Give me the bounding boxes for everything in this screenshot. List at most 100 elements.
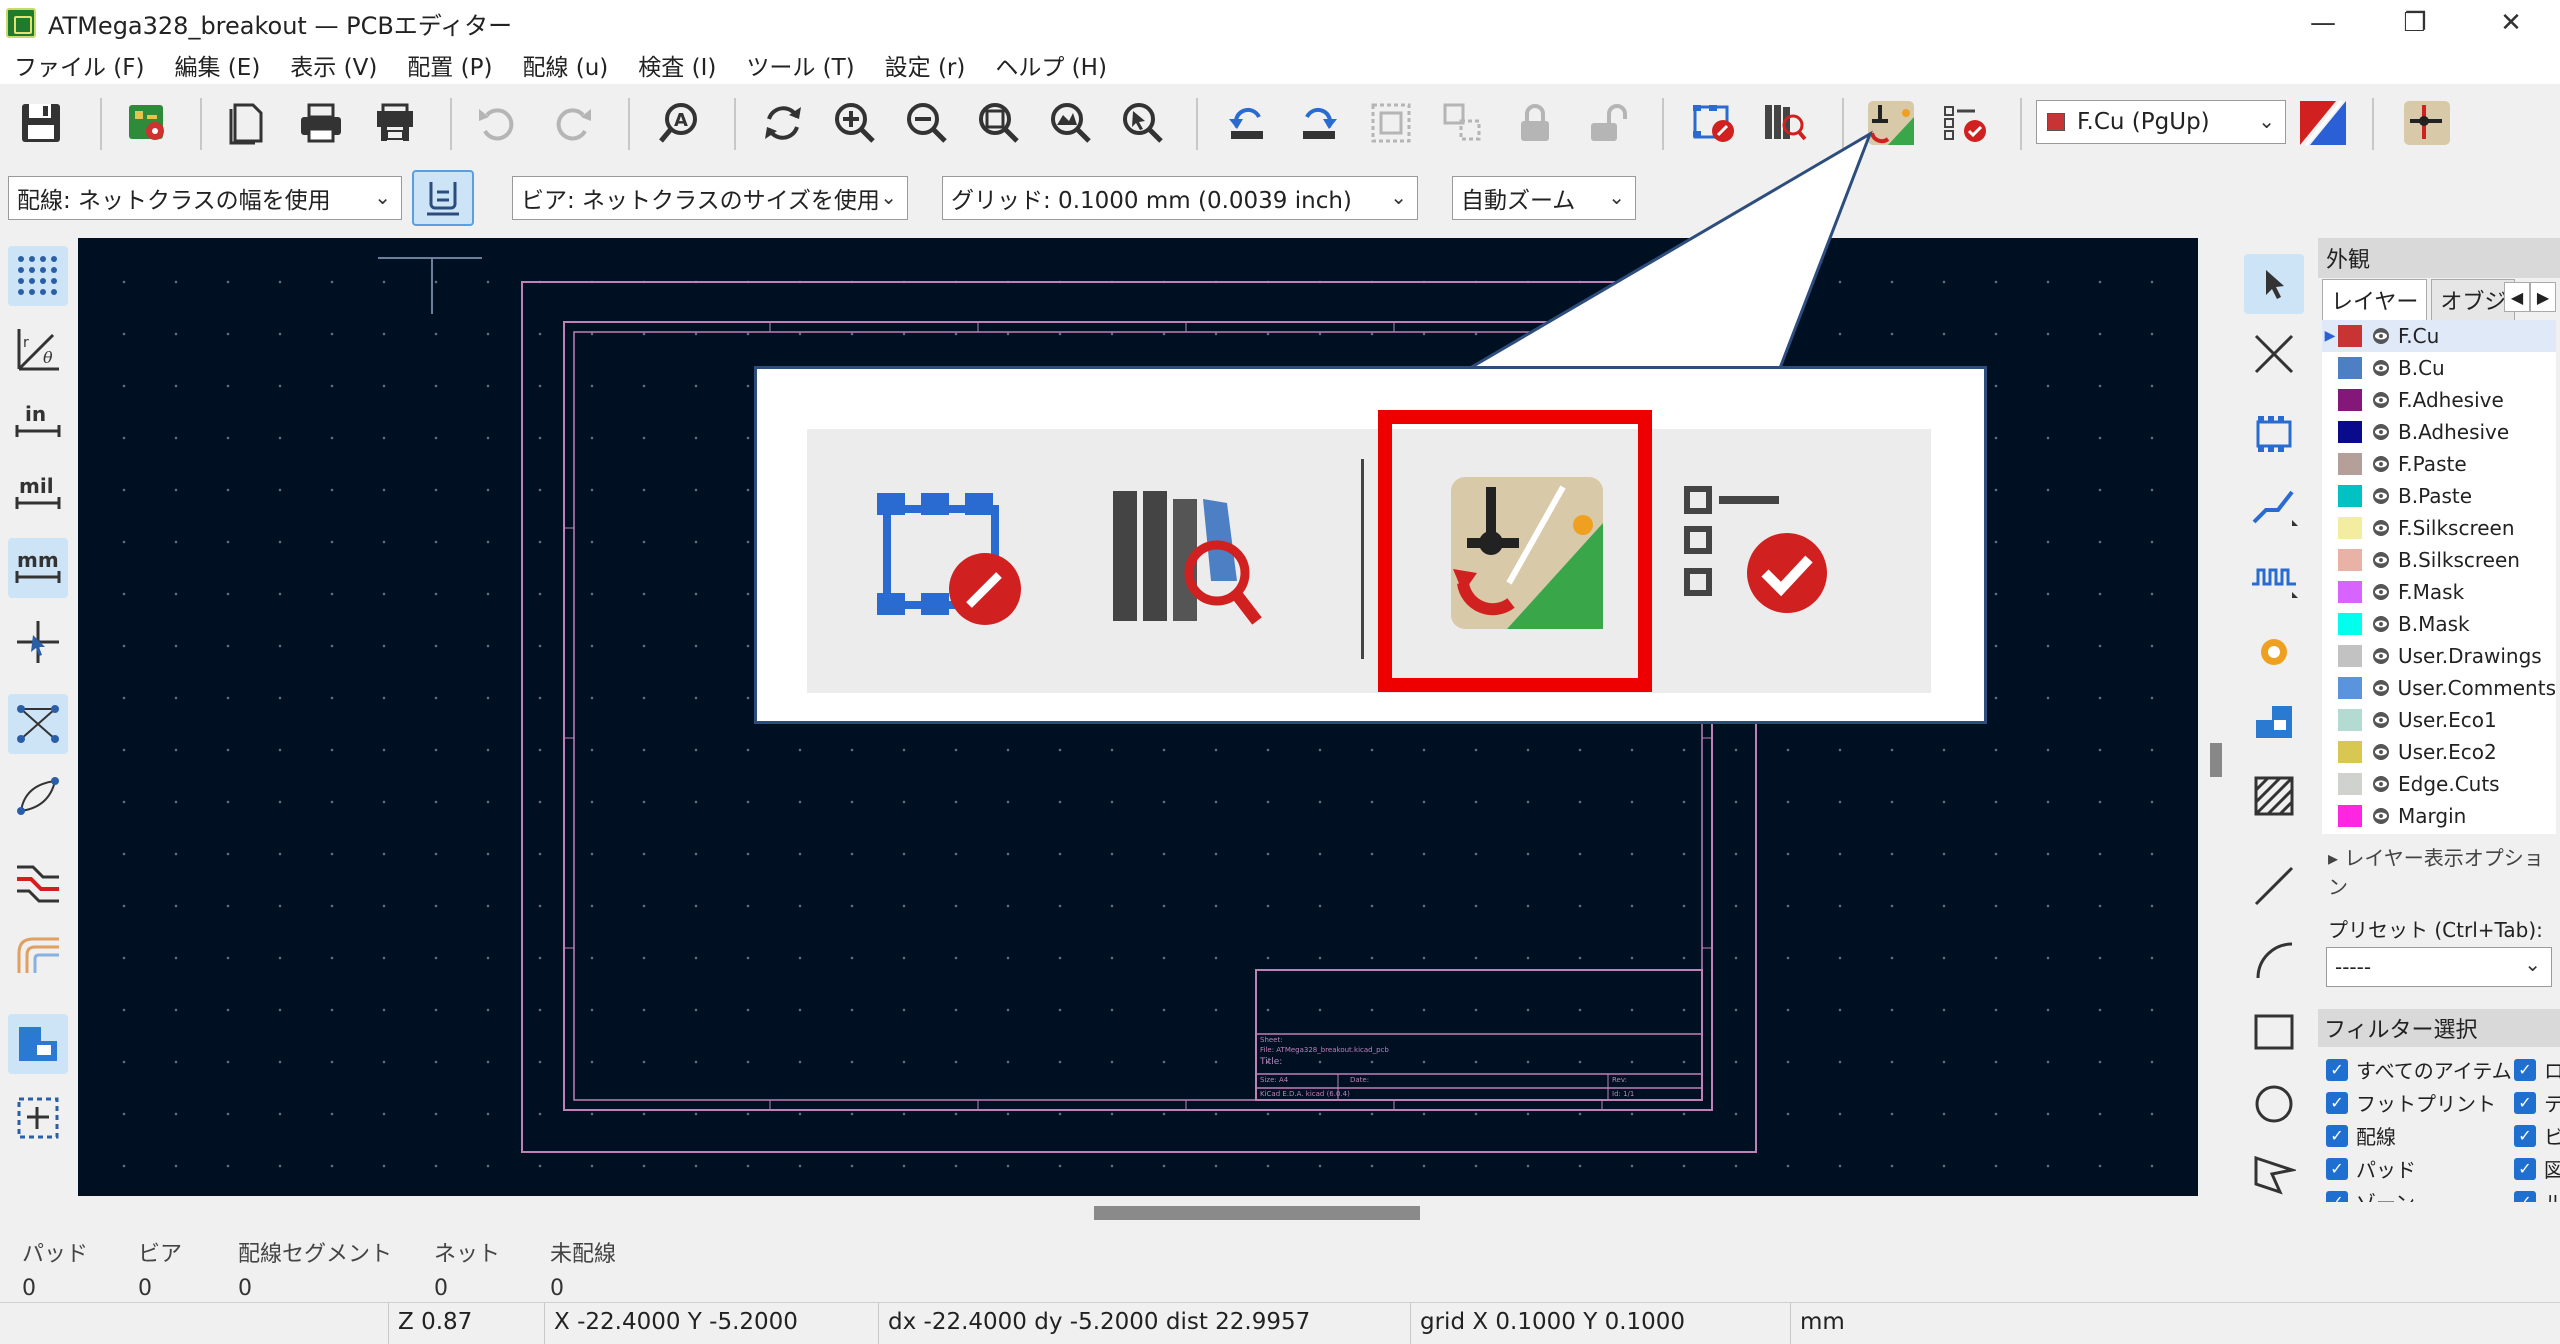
layer-row[interactable]: Margin: [2322, 800, 2556, 832]
plot-button[interactable]: [366, 94, 424, 152]
ungroup-button[interactable]: [1434, 94, 1492, 152]
menu-inspect[interactable]: 検査 (I): [638, 48, 716, 82]
redo-button[interactable]: [544, 94, 602, 152]
tracks-outline-toggle[interactable]: [8, 922, 68, 982]
active-layer-selector[interactable]: F.Cu (PgUp) ⌄: [2036, 100, 2286, 144]
net-highlight-toggle[interactable]: [8, 850, 68, 910]
mm-units-button[interactable]: mm: [8, 538, 68, 598]
layer-row[interactable]: ▶ F.Cu: [2322, 320, 2556, 352]
zoom-out-button[interactable]: [896, 94, 954, 152]
layer-display-options-toggle[interactable]: ▸ レイヤー表示オプション: [2318, 834, 2560, 908]
inch-units-button[interactable]: in: [8, 392, 68, 452]
zoom-fit-button[interactable]: [968, 94, 1026, 152]
layer-color-swatch[interactable]: [2338, 645, 2362, 667]
place-footprint-button[interactable]: [2244, 404, 2304, 464]
update-pcb-from-schematic-button[interactable]: [1684, 94, 1742, 152]
eye-icon[interactable]: [2370, 581, 2392, 603]
rotate-cw-button[interactable]: [1290, 94, 1348, 152]
scripting-console-button[interactable]: [2398, 94, 2456, 152]
filter-pads[interactable]: ✓ パッド: [2326, 1154, 2416, 1183]
filter-locked-items[interactable]: ✓ ロ: [2514, 1055, 2560, 1084]
menu-help[interactable]: ヘルプ (H): [995, 48, 1107, 82]
preset-selector[interactable]: ----- ⌄: [2326, 947, 2552, 987]
eye-icon[interactable]: [2370, 613, 2392, 635]
zoom-selector[interactable]: 自動ズーム ⌄: [1452, 176, 1636, 220]
tab-scroll-right-icon[interactable]: ▶: [2530, 282, 2556, 312]
ratsnest-toggle[interactable]: [8, 694, 68, 754]
group-button[interactable]: [1362, 94, 1420, 152]
draw-arc-button[interactable]: [2244, 930, 2304, 990]
eye-icon[interactable]: [2370, 773, 2392, 795]
eye-icon[interactable]: [2370, 677, 2392, 699]
filter-tracks[interactable]: ✓ 配線: [2326, 1121, 2396, 1150]
curved-ratsnest-toggle[interactable]: [8, 766, 68, 826]
eye-icon[interactable]: [2370, 741, 2392, 763]
menu-edit[interactable]: 編集 (E): [175, 48, 261, 82]
zoom-fit-objects-button[interactable]: [1040, 94, 1098, 152]
eye-icon[interactable]: [2370, 389, 2392, 411]
layer-row[interactable]: B.Cu: [2322, 352, 2556, 384]
eye-icon[interactable]: [2370, 645, 2392, 667]
unlock-button[interactable]: [1578, 94, 1636, 152]
vertical-scroll-thumb[interactable]: [2210, 743, 2222, 777]
find-button[interactable]: A: [650, 94, 708, 152]
tab-layers[interactable]: レイヤー: [2322, 279, 2428, 320]
drc-button[interactable]: [1936, 94, 1994, 152]
layer-color-swatch[interactable]: [2337, 677, 2362, 699]
layer-color-swatch[interactable]: [2338, 325, 2362, 347]
eye-icon[interactable]: [2370, 421, 2392, 443]
layer-row[interactable]: B.Paste: [2322, 480, 2556, 512]
zoom-in-button[interactable]: [824, 94, 882, 152]
show-grid-toggle[interactable]: [8, 246, 68, 306]
layer-color-swatch[interactable]: [2338, 389, 2362, 411]
filter-graphics[interactable]: ✓ 図: [2514, 1154, 2560, 1183]
layer-color-swatch[interactable]: [2338, 549, 2362, 571]
layer-color-swatch[interactable]: [2338, 773, 2362, 795]
filter-footprints[interactable]: ✓ フットプリント: [2326, 1088, 2496, 1117]
draw-line-button[interactable]: [2244, 856, 2304, 916]
layer-row[interactable]: B.Mask: [2322, 608, 2556, 640]
tab-scroll-left-icon[interactable]: ◀: [2504, 282, 2530, 312]
eye-icon[interactable]: [2370, 517, 2392, 539]
cursor-shape-toggle[interactable]: [8, 612, 68, 672]
layer-color-swatch[interactable]: [2338, 613, 2362, 635]
page-settings-button[interactable]: [218, 94, 276, 152]
add-via-button[interactable]: [2244, 622, 2304, 682]
layer-row[interactable]: F.Adhesive: [2322, 384, 2556, 416]
tune-length-button[interactable]: [2244, 548, 2304, 608]
menu-place[interactable]: 配置 (P): [407, 48, 492, 82]
print-button[interactable]: [292, 94, 350, 152]
filter-vias[interactable]: ✓ ビ: [2514, 1121, 2560, 1150]
add-rule-area-button[interactable]: [2244, 766, 2304, 826]
layer-row[interactable]: User.Eco1: [2322, 704, 2556, 736]
menu-view[interactable]: 表示 (V): [290, 48, 377, 82]
eye-icon[interactable]: [2370, 549, 2392, 571]
eye-icon[interactable]: [2370, 805, 2392, 827]
tab-objects[interactable]: オブジ: [2431, 279, 2516, 320]
add-zone-button[interactable]: [2244, 692, 2304, 752]
redraw-button[interactable]: [754, 94, 812, 152]
draw-circle-button[interactable]: [2244, 1074, 2304, 1134]
layer-color-swatch[interactable]: [2338, 453, 2362, 475]
canvas-vertical-scrollbar[interactable]: [2200, 238, 2228, 1196]
layer-color-swatch[interactable]: [2338, 709, 2362, 731]
rotate-ccw-button[interactable]: [1218, 94, 1276, 152]
layer-row[interactable]: User.Comments: [2322, 672, 2556, 704]
select-tool-button[interactable]: [2244, 254, 2304, 314]
layer-row[interactable]: B.Adhesive: [2322, 416, 2556, 448]
eye-icon[interactable]: [2370, 485, 2392, 507]
menu-route[interactable]: 配線 (u): [522, 48, 608, 82]
layer-row[interactable]: User.Eco2: [2322, 736, 2556, 768]
filter-zones[interactable]: ✓ゾーン: [2326, 1187, 2415, 1202]
filter-rule-areas[interactable]: ✓ル: [2514, 1187, 2560, 1202]
zoom-selection-button[interactable]: [1112, 94, 1170, 152]
local-ratsnest-button[interactable]: [2244, 324, 2304, 384]
layer-color-swatch[interactable]: [2338, 741, 2362, 763]
layer-color-swatch[interactable]: [2338, 421, 2362, 443]
layer-pair-button[interactable]: [2294, 94, 2352, 152]
draw-rectangle-button[interactable]: [2244, 1002, 2304, 1062]
track-width-selector[interactable]: 配線: ネットクラスの幅を使用 ⌄: [8, 176, 402, 220]
auto-track-width-toggle[interactable]: [412, 170, 474, 226]
save-button[interactable]: [12, 94, 70, 152]
eye-icon[interactable]: [2370, 709, 2392, 731]
